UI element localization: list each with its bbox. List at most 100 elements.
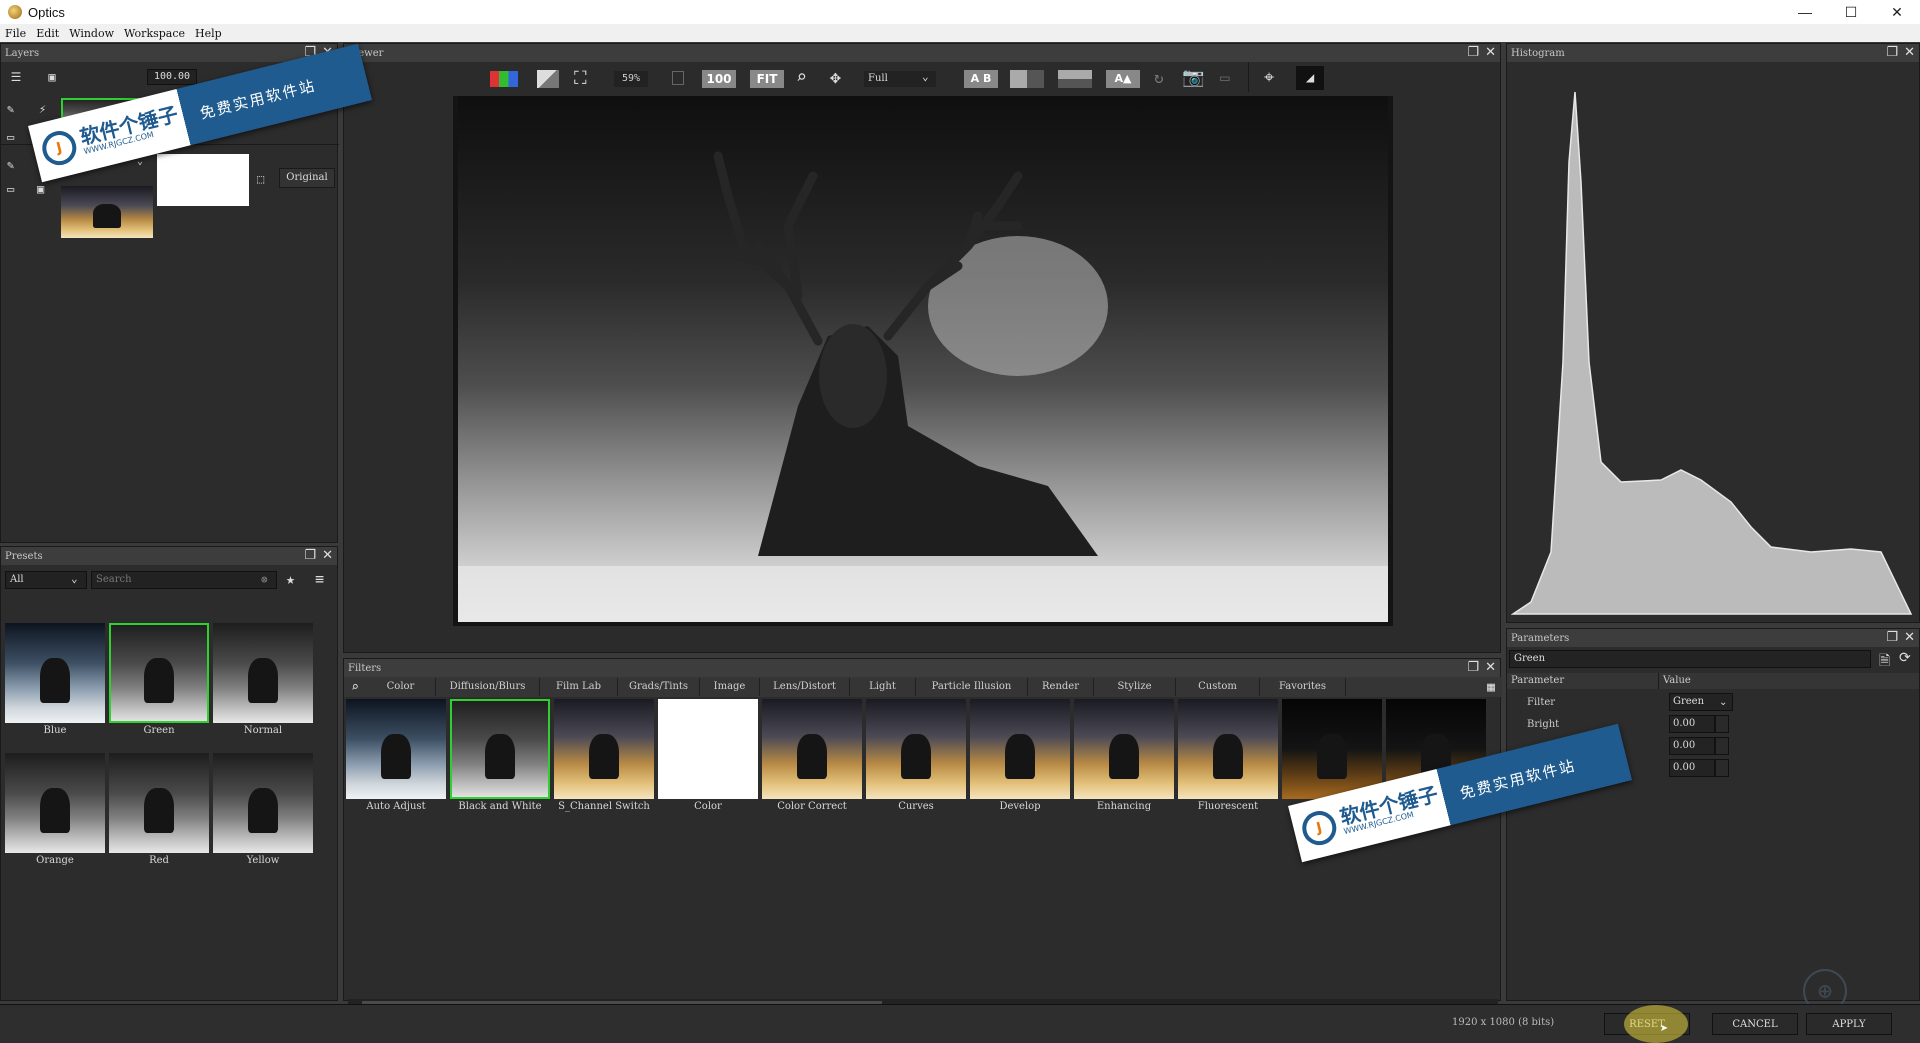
overlay-a-icon[interactable]: A▲	[1106, 70, 1140, 88]
layer-name[interactable]: Original	[279, 168, 335, 188]
filter-tile[interactable]: Auto Adjust	[346, 699, 446, 825]
filter-thumbnail[interactable]	[762, 699, 862, 799]
filter-tab[interactable]: Diffusion/Blurs	[436, 678, 540, 696]
grid-view-icon[interactable]: ▦	[1480, 680, 1502, 695]
preset-thumbnail[interactable]	[109, 623, 209, 723]
close-icon[interactable]: ✕	[1485, 45, 1496, 60]
menu-edit[interactable]: Edit	[31, 27, 64, 40]
value-stepper[interactable]	[1715, 737, 1729, 755]
float-icon[interactable]: ❐	[1467, 45, 1479, 60]
ab-compare-button[interactable]: A B	[964, 70, 998, 88]
viewer-canvas[interactable]	[453, 96, 1393, 626]
menu-workspace[interactable]: Workspace	[119, 27, 190, 40]
float-icon[interactable]: ❐	[1886, 630, 1898, 645]
close-icon[interactable]: ✕	[1904, 45, 1915, 60]
parameter-preset-name[interactable]: Green	[1509, 650, 1871, 668]
background-toggle-icon[interactable]	[537, 70, 559, 88]
preset-tile[interactable]: Orange	[5, 753, 105, 866]
float-icon[interactable]: ❐	[1886, 45, 1898, 60]
filter-tab[interactable]: Favorites	[1260, 678, 1346, 696]
layer-edit-icon[interactable]: ✎	[7, 102, 14, 116]
crosshair-icon[interactable]: ⌖	[1264, 67, 1274, 88]
preset-thumbnail[interactable]	[5, 753, 105, 853]
opacity-field[interactable]: 100.00	[147, 69, 197, 85]
parameter-value-field[interactable]: 0.00	[1669, 737, 1715, 755]
float-icon[interactable]: ❐	[304, 548, 316, 563]
preset-search-input[interactable]: Search	[91, 571, 277, 589]
chevron-down-icon[interactable]: ⌄	[71, 572, 78, 585]
monitor-icon[interactable]: ▭	[7, 130, 14, 144]
filter-tab[interactable]: Color	[366, 678, 436, 696]
filter-tab[interactable]: Stylize	[1094, 678, 1176, 696]
filter-tile[interactable]: Enhancing	[1074, 699, 1174, 825]
histogram-toggle-icon[interactable]: ◢	[1296, 66, 1324, 90]
fit-frame-icon[interactable]: ⛶	[574, 68, 587, 89]
close-icon[interactable]: ✕	[322, 548, 333, 563]
filter-thumbnail[interactable]	[554, 699, 654, 799]
filter-tab[interactable]: Particle Illusion	[916, 678, 1028, 696]
filter-search-icon[interactable]: ⌕	[344, 680, 366, 695]
filter-thumbnail[interactable]	[970, 699, 1070, 799]
filter-thumbnail[interactable]	[346, 699, 446, 799]
layer-edit-icon-2[interactable]: ✎	[7, 158, 14, 172]
apply-button[interactable]: APPLY	[1806, 1013, 1892, 1035]
split-horizontal-icon[interactable]	[1058, 70, 1092, 88]
filter-tab[interactable]: Lens/Distort	[760, 678, 850, 696]
fit-layer-icon[interactable]: ▣	[43, 68, 61, 86]
filter-tile[interactable]: S_Channel Switch	[554, 699, 654, 825]
filter-thumbnail[interactable]	[1178, 699, 1278, 799]
filter-tile[interactable]: Develop	[970, 699, 1070, 825]
layer-thumb[interactable]	[61, 186, 153, 238]
filter-tab[interactable]: Grads/Tints	[618, 678, 700, 696]
lightning-icon[interactable]: ⚡	[39, 102, 46, 116]
preset-thumbnail[interactable]	[5, 623, 105, 723]
menu-window[interactable]: Window	[64, 27, 119, 40]
minimize-button[interactable]: —	[1782, 0, 1828, 24]
filter-tile[interactable]: Color Correct	[762, 699, 862, 825]
filter-thumbnail[interactable]	[1282, 699, 1382, 799]
zoom-100-button[interactable]: 100	[702, 70, 736, 88]
filter-thumbnail[interactable]	[658, 699, 758, 799]
filter-tile[interactable]: Color	[658, 699, 758, 825]
preset-thumbnail[interactable]	[109, 753, 209, 853]
layers-list-icon[interactable]: ☰	[7, 68, 25, 86]
star-icon[interactable]: ★	[286, 570, 295, 588]
preset-tile[interactable]: Yellow	[213, 753, 313, 866]
filter-thumbnail[interactable]	[1074, 699, 1174, 799]
rgb-channels-icon[interactable]	[490, 71, 518, 87]
preset-tile[interactable]: Blue	[5, 623, 105, 736]
camera-icon[interactable]: 📷	[1182, 67, 1204, 88]
refresh-icon[interactable]: ↻	[1154, 68, 1164, 87]
reset-preset-icon[interactable]: ⟳	[1899, 650, 1911, 666]
menu-help[interactable]: Help	[190, 27, 227, 40]
filter-tab[interactable]: Custom	[1176, 678, 1260, 696]
zoom-fit-button[interactable]: FIT	[750, 70, 784, 88]
preset-tile[interactable]: Green	[109, 623, 209, 736]
filter-tile[interactable]: Black and White	[450, 699, 550, 825]
close-icon[interactable]: ✕	[1485, 660, 1496, 675]
clear-search-icon[interactable]: ⊗	[261, 573, 268, 586]
filter-tile[interactable]: Curves	[866, 699, 966, 825]
filter-tab[interactable]: Render	[1028, 678, 1094, 696]
close-icon[interactable]: ✕	[1904, 630, 1915, 645]
value-stepper[interactable]	[1715, 759, 1729, 777]
filter-tile[interactable]: Fluorescent	[1178, 699, 1278, 825]
preset-tile[interactable]: Normal	[213, 623, 313, 736]
zoom-step-icon[interactable]	[672, 71, 684, 85]
magnifier-icon[interactable]: ⌕	[796, 67, 807, 88]
pan-move-icon[interactable]: ✥	[830, 67, 841, 88]
parameter-value-field[interactable]: 0.00	[1669, 715, 1715, 733]
chevron-down-icon[interactable]: ⌄	[1719, 697, 1727, 708]
zoom-field[interactable]: 59%	[614, 71, 648, 87]
maximize-button[interactable]: ☐	[1828, 0, 1874, 24]
filter-tab[interactable]: Film Lab	[540, 678, 618, 696]
split-vertical-icon[interactable]	[1010, 70, 1044, 88]
layer-mask-thumb[interactable]	[157, 154, 249, 206]
cancel-button[interactable]: CANCEL	[1712, 1013, 1798, 1035]
menu-icon[interactable]: ≡	[315, 570, 324, 588]
filter-tab[interactable]: Image	[700, 678, 760, 696]
save-preset-icon[interactable]: 🗎	[1879, 650, 1890, 674]
preset-thumbnail[interactable]	[213, 753, 313, 853]
close-button[interactable]: ✕	[1874, 0, 1920, 24]
monitor-icon-2[interactable]: ▭	[7, 182, 14, 196]
